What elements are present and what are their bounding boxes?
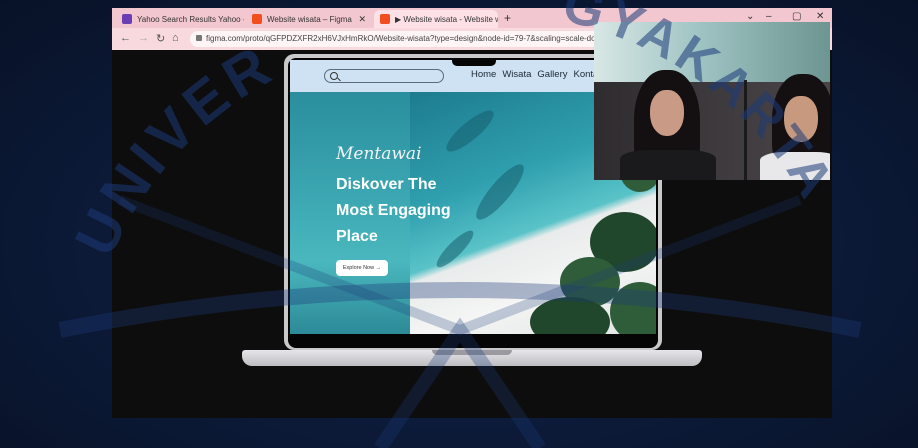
tab-figma[interactable]: Website wisata – Figma ✕ <box>246 10 372 28</box>
webcam-video-overlay <box>594 22 830 180</box>
close-tab-icon[interactable]: ✕ <box>358 14 366 25</box>
laptop-base-notch <box>432 350 512 355</box>
torso <box>620 150 716 180</box>
site-nav-links: Home Wisata Gallery Konta <box>471 69 598 80</box>
tab-yahoo[interactable]: Yahoo Search Results Yahoo - Cc ✕ <box>116 10 244 28</box>
back-icon[interactable]: ← <box>120 32 131 44</box>
maximize-icon[interactable]: ▢ <box>792 11 801 22</box>
torso <box>760 152 830 180</box>
nav-link-wisata[interactable]: Wisata <box>502 69 531 80</box>
tab-title: Yahoo Search Results Yahoo - Cc <box>137 14 244 24</box>
screenshot-stage: Yahoo Search Results Yahoo - Cc ✕ Websit… <box>0 0 918 448</box>
nav-link-home[interactable]: Home <box>471 69 496 80</box>
headline-line: Place <box>336 228 378 245</box>
headline-line: Diskover The <box>336 176 437 193</box>
hero-script-title: Mentawai <box>336 144 422 164</box>
video-background-ceiling <box>594 22 830 82</box>
explore-now-button[interactable]: Explore Now → <box>336 260 388 276</box>
forward-icon[interactable]: → <box>138 32 149 44</box>
face <box>650 90 684 136</box>
headline-line: Most Engaging <box>336 202 451 219</box>
tab-prototype[interactable]: ▶ Website wisata - Website wisa ✕ <box>374 10 498 28</box>
yahoo-favicon-icon <box>122 14 132 24</box>
close-window-icon[interactable]: ✕ <box>816 11 824 22</box>
minimize-icon[interactable]: – <box>766 11 772 22</box>
lock-icon <box>196 35 202 41</box>
reload-icon[interactable]: ↻ <box>156 32 165 45</box>
tab-search-chevron-icon[interactable]: ⌄ <box>746 11 754 22</box>
figma-favicon-icon <box>252 14 262 24</box>
hero-headline: Diskover The Most Engaging Place <box>336 172 506 250</box>
home-icon[interactable]: ⌂ <box>172 32 179 44</box>
new-tab-button[interactable]: + <box>504 11 511 25</box>
nav-link-gallery[interactable]: Gallery <box>537 69 567 80</box>
figma-favicon-icon <box>380 14 390 24</box>
site-search-input[interactable] <box>324 69 444 83</box>
video-divider <box>744 80 747 180</box>
tab-title: ▶ Website wisata - Website wisa <box>395 14 498 24</box>
tab-title: Website wisata – Figma <box>267 14 352 24</box>
face <box>784 96 818 142</box>
search-icon <box>330 72 338 80</box>
laptop-notch <box>452 58 496 66</box>
